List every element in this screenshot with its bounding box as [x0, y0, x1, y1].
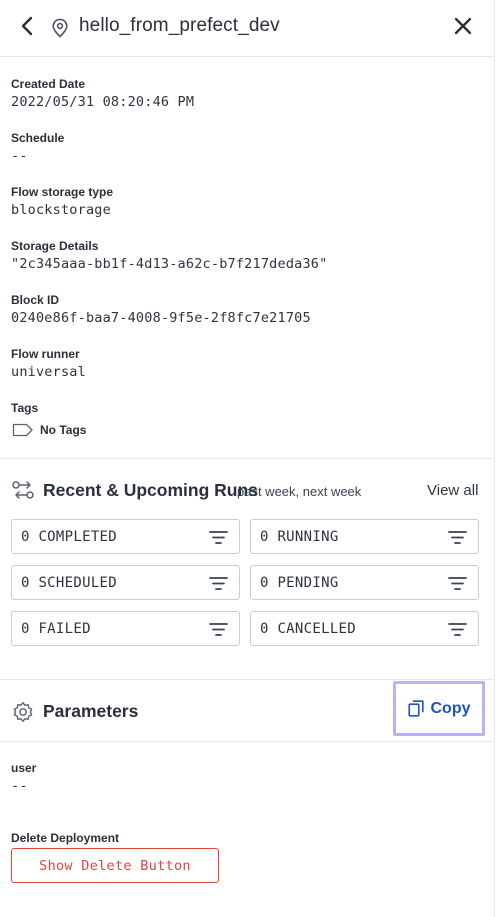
- state-count-scheduled: 0 SCHEDULED: [21, 575, 118, 591]
- tags-list: No Tags: [12, 421, 86, 439]
- storage-details-value: "2c345aaa-bb1f-4d13-a62c-b7f217deda36": [11, 256, 328, 272]
- parameter-user-value: --: [11, 778, 28, 794]
- block-id-label: Block ID: [11, 293, 60, 307]
- deployment-panel: hello_from_prefect_dev Created Date 2022…: [0, 0, 495, 917]
- panel-header: hello_from_prefect_dev: [0, 0, 495, 57]
- filter-icon[interactable]: [209, 622, 228, 637]
- schedule-value: --: [11, 148, 28, 164]
- parameter-user-label: user: [11, 761, 37, 775]
- flow-runner-label: Flow runner: [11, 347, 80, 361]
- copy-icon: [407, 700, 424, 717]
- flow-runs-icon: [12, 481, 34, 499]
- filter-icon[interactable]: [448, 622, 467, 637]
- chevron-left-icon[interactable]: [16, 14, 40, 38]
- storage-type-value: blockstorage: [11, 202, 111, 218]
- copy-label: Copy: [430, 699, 471, 717]
- block-id-value: 0240e86f-baa7-4008-9f5e-2f8fc7e21705: [11, 310, 311, 326]
- delete-deployment-label: Delete Deployment: [11, 831, 120, 845]
- state-card-pending[interactable]: 0 PENDING: [250, 565, 479, 600]
- map-pin-icon: [52, 18, 68, 38]
- storage-type-label: Flow storage type: [11, 185, 114, 199]
- storage-details-label: Storage Details: [11, 239, 99, 253]
- runs-section-subtitle: past week, next week: [237, 484, 362, 499]
- state-card-scheduled[interactable]: 0 SCHEDULED: [11, 565, 240, 600]
- close-icon[interactable]: [452, 15, 474, 37]
- divider: [0, 458, 495, 459]
- gear-icon: [13, 702, 33, 722]
- copy-button[interactable]: Copy: [393, 681, 485, 736]
- filter-icon[interactable]: [209, 576, 228, 591]
- filter-icon[interactable]: [448, 530, 467, 545]
- divider: [0, 741, 495, 742]
- page-title: hello_from_prefect_dev: [79, 15, 280, 36]
- state-count-completed: 0 COMPLETED: [21, 529, 118, 545]
- parameters-title: Parameters: [43, 701, 139, 721]
- show-delete-button[interactable]: Show Delete Button: [11, 848, 219, 883]
- tags-label: Tags: [11, 401, 39, 415]
- created-date-label: Created Date: [11, 77, 86, 91]
- no-tags-text: No Tags: [40, 423, 87, 437]
- state-card-running[interactable]: 0 RUNNING: [250, 519, 479, 554]
- flow-runner-value: universal: [11, 364, 86, 380]
- runs-section-title: Recent & Upcoming Runs: [43, 480, 258, 500]
- filter-icon[interactable]: [209, 530, 228, 545]
- tag-icon: [12, 423, 33, 437]
- state-count-failed: 0 FAILED: [21, 621, 91, 637]
- state-count-running: 0 RUNNING: [260, 529, 339, 545]
- schedule-label: Schedule: [11, 131, 65, 145]
- show-delete-label: Show Delete Button: [39, 857, 191, 874]
- divider: [0, 679, 495, 680]
- state-card-cancelled[interactable]: 0 CANCELLED: [250, 611, 479, 646]
- view-all-link[interactable]: View all: [427, 482, 478, 499]
- state-card-completed[interactable]: 0 COMPLETED: [11, 519, 240, 554]
- state-count-cancelled: 0 CANCELLED: [260, 621, 357, 637]
- state-count-pending: 0 PENDING: [260, 575, 339, 591]
- filter-icon[interactable]: [448, 576, 467, 591]
- created-date-value: 2022/05/31 08:20:46 PM: [11, 94, 195, 110]
- state-card-failed[interactable]: 0 FAILED: [11, 611, 240, 646]
